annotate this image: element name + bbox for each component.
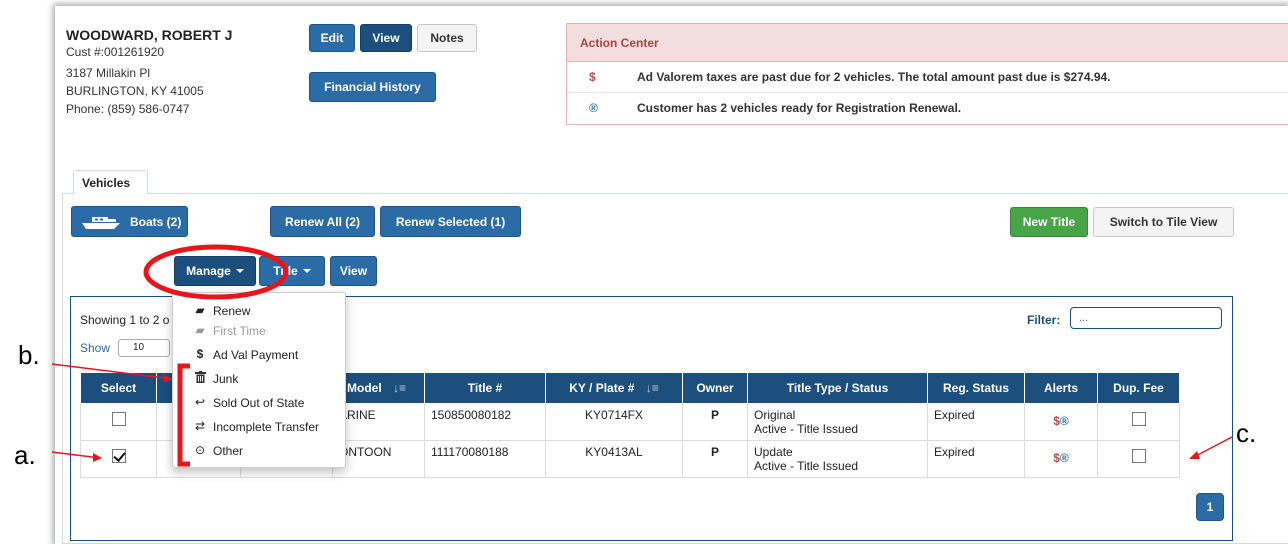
manage-highlight-ellipse (143, 244, 289, 300)
callout-a-arrow (51, 451, 101, 459)
menu-highlight-bracket (177, 363, 190, 467)
annotation-overlay (51, 244, 1233, 467)
callout-b-label: b. (18, 340, 40, 370)
callout-b-arrowhead (163, 374, 172, 382)
callout-b-arrow (51, 363, 173, 380)
callout-c-label: c. (1236, 418, 1257, 448)
callout-a-arrowhead (93, 453, 102, 462)
callout-a-label: a. (14, 440, 36, 470)
callout-c-arrowhead (1189, 451, 1200, 459)
